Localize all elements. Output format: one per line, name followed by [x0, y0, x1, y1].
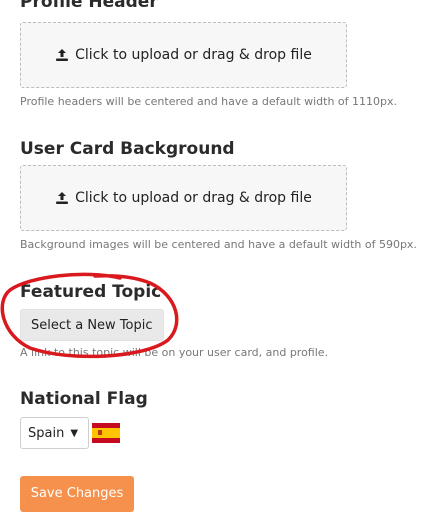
profile-header-title: Profile Header — [20, 0, 158, 12]
upload-label: Click to upload or drag & drop file — [75, 190, 312, 206]
spain-flag-icon — [92, 423, 120, 443]
country-select-value: Spain — [28, 425, 65, 441]
user-card-background-dropzone[interactable]: Click to upload or drag & drop file — [20, 165, 347, 231]
country-select[interactable]: Spain ▼ — [20, 417, 89, 449]
caret-down-icon: ▼ — [70, 427, 79, 439]
featured-topic-help: A link to this topic will be on your use… — [20, 346, 329, 359]
profile-header-dropzone[interactable]: Click to upload or drag & drop file — [20, 22, 347, 88]
profile-header-help: Profile headers will be centered and hav… — [20, 95, 397, 108]
user-card-background-title: User Card Background — [20, 139, 235, 159]
select-new-topic-button[interactable]: Select a New Topic — [20, 309, 164, 341]
upload-label: Click to upload or drag & drop file — [75, 47, 312, 63]
featured-topic-title: Featured Topic — [20, 282, 162, 302]
national-flag-title: National Flag — [20, 389, 148, 409]
upload-icon — [55, 191, 69, 205]
save-changes-button[interactable]: Save Changes — [20, 476, 134, 512]
user-card-background-help: Background images will be centered and h… — [20, 238, 417, 251]
upload-icon — [55, 48, 69, 62]
